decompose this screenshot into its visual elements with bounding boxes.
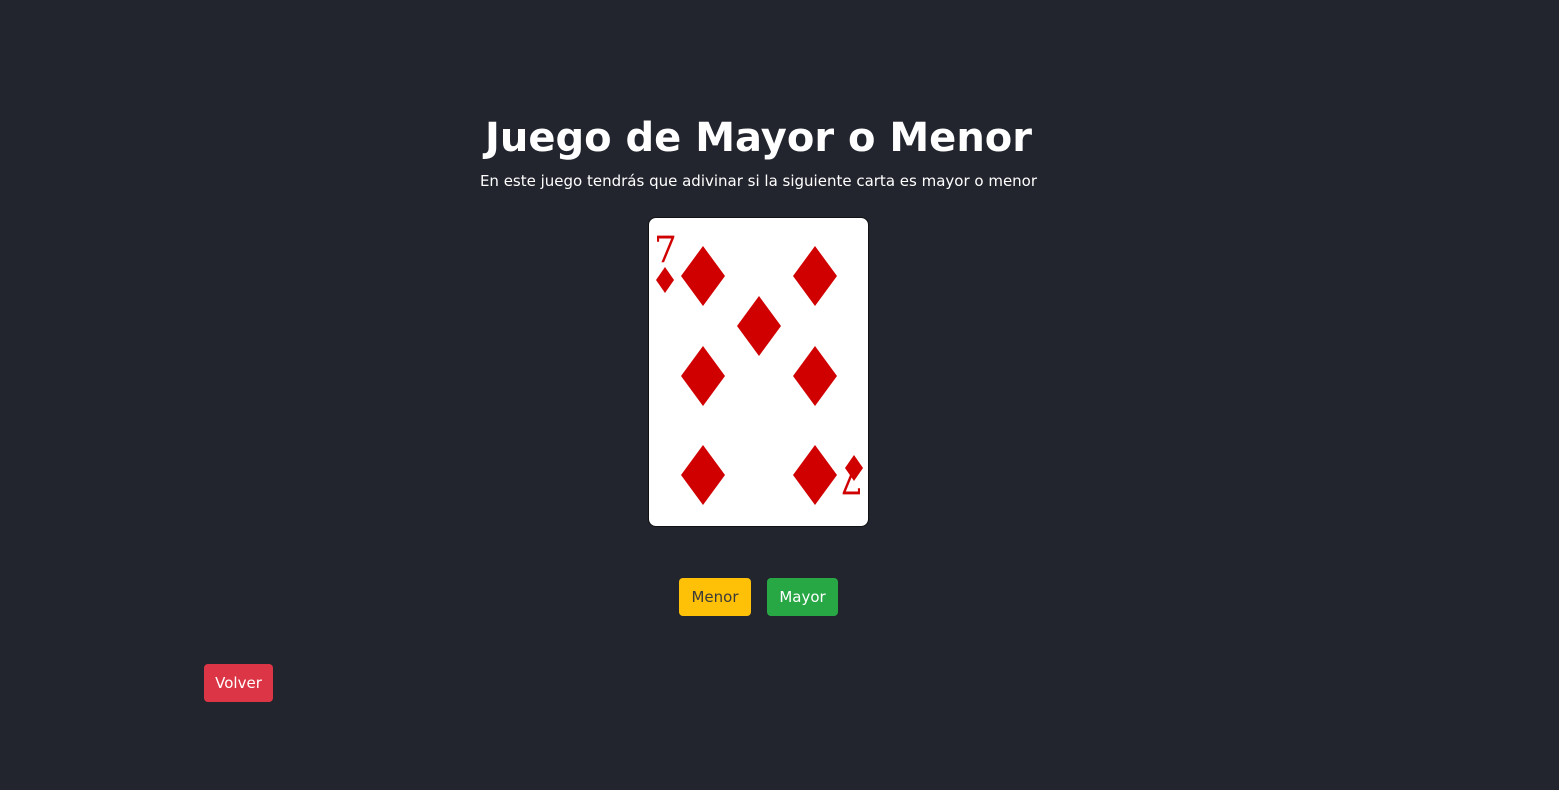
diamond-icon — [681, 346, 725, 406]
card-rank-top: 7 — [654, 230, 677, 271]
diamond-icon — [681, 445, 725, 505]
diamond-icon — [793, 246, 837, 306]
diamond-icon — [793, 346, 837, 406]
higher-button[interactable]: Mayor — [767, 578, 838, 616]
diamond-icon — [737, 296, 781, 356]
playing-card: 7 7 — [648, 217, 869, 527]
card-face: 7 7 — [654, 230, 863, 505]
lower-button[interactable]: Menor — [679, 578, 751, 616]
diamond-icon — [681, 246, 725, 306]
back-button[interactable]: Volver — [204, 664, 273, 702]
page-title: Juego de Mayor o Menor — [484, 115, 1032, 161]
page-subtitle: En este juego tendrás que adivinar si la… — [479, 172, 1038, 190]
game-page: Juego de Mayor o Menor En este juego ten… — [0, 0, 1559, 790]
diamond-icon — [793, 445, 837, 505]
